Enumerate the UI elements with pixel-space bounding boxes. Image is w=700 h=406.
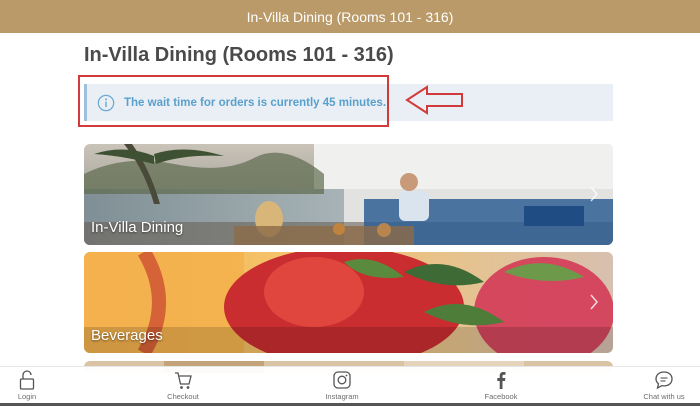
bottom-nav: Login Checkout Instagram Facebook Chat w… xyxy=(0,366,700,406)
lock-icon xyxy=(19,370,35,390)
nav-login-label: Login xyxy=(17,392,37,401)
nav-chat-label: Chat with us xyxy=(643,392,685,401)
category-card-beverages[interactable]: Beverages xyxy=(84,252,613,353)
chevron-right-icon xyxy=(590,294,598,310)
beverages-image xyxy=(84,252,613,353)
page-title: In-Villa Dining (Rooms 101 - 316) xyxy=(84,44,394,66)
facebook-icon xyxy=(497,372,506,389)
nav-instagram-label: Instagram xyxy=(325,392,359,401)
card-label-in-villa-dining: In-Villa Dining xyxy=(91,219,184,236)
instagram-icon xyxy=(333,371,351,389)
card-label-beverages: Beverages xyxy=(91,327,163,344)
cart-icon xyxy=(175,372,192,389)
chat-icon xyxy=(655,371,673,390)
top-bar-title: In-Villa Dining (Rooms 101 - 316) xyxy=(246,8,454,25)
top-bar: In-Villa Dining (Rooms 101 - 316) xyxy=(0,0,700,33)
annotation-highlight-box xyxy=(78,75,389,127)
chevron-right-icon xyxy=(590,186,598,202)
nav-checkout-label: Checkout xyxy=(167,392,199,401)
nav-instagram[interactable]: Instagram xyxy=(312,369,372,401)
nav-chat[interactable]: Chat with us xyxy=(634,369,694,401)
nav-login[interactable]: Login xyxy=(0,369,57,401)
category-card-in-villa-dining[interactable]: In-Villa Dining xyxy=(84,144,613,245)
annotation-arrow-icon xyxy=(405,85,463,115)
nav-checkout[interactable]: Checkout xyxy=(153,369,213,401)
nav-facebook-label: Facebook xyxy=(484,392,518,401)
nav-facebook[interactable]: Facebook xyxy=(471,369,531,401)
